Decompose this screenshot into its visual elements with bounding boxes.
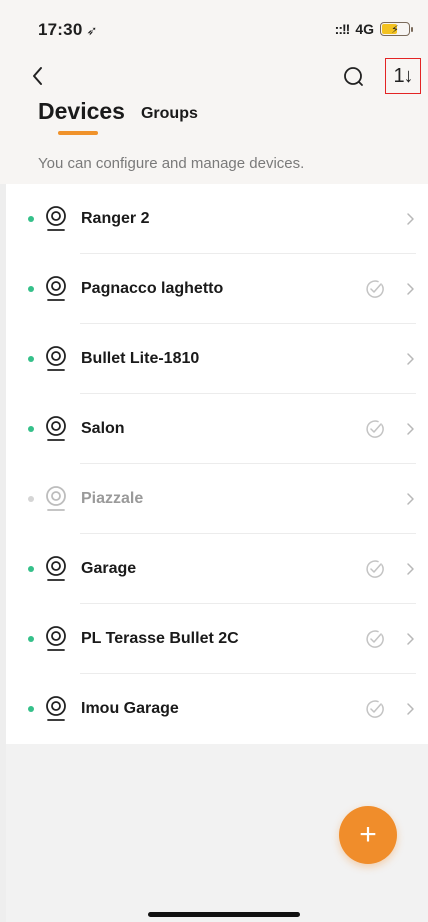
chevron-right-icon [404, 702, 416, 716]
chevron-right-icon [404, 422, 416, 436]
camera-icon [44, 485, 68, 513]
chevron-right-icon [404, 212, 416, 226]
device-name: Garage [81, 560, 137, 577]
status-dot [28, 566, 34, 572]
network-label: 4G [355, 21, 374, 37]
device-name: Ranger 2 [81, 210, 150, 227]
shared-check-icon [364, 628, 386, 650]
shared-check-icon [364, 698, 386, 720]
tab-groups[interactable]: Groups [141, 105, 198, 125]
chevron-right-icon [404, 282, 416, 296]
plus-icon: + [359, 818, 377, 851]
status-dot [28, 636, 34, 642]
search-icon [344, 67, 363, 86]
tab-devices-label: Devices [38, 98, 125, 124]
shared-check-icon [364, 278, 386, 300]
camera-icon [44, 625, 68, 653]
device-name: Pagnacco laghetto [81, 280, 224, 297]
status-dot [28, 426, 34, 432]
sort-icon: 1↓ [393, 64, 413, 87]
camera-icon [44, 275, 68, 303]
device-row[interactable]: Piazzale [6, 464, 428, 534]
device-name: Piazzale [81, 490, 144, 507]
device-row[interactable]: Ranger 2 [6, 184, 428, 254]
device-name: Salon [81, 420, 125, 437]
clock-text: 17:30 [38, 20, 83, 39]
status-dot [28, 286, 34, 292]
header: 1↓ Devices Groups You can configure and … [0, 58, 428, 184]
status-bar: 17:30 ➶ ::!! 4G ⚡ [0, 0, 428, 58]
tab-devices[interactable]: Devices [38, 98, 125, 135]
active-tab-indicator [58, 131, 98, 135]
chevron-left-icon [33, 67, 42, 85]
add-device-button[interactable]: + [339, 806, 397, 864]
tab-bar: Devices Groups [38, 98, 198, 135]
camera-icon [44, 345, 68, 373]
status-dot [28, 216, 34, 222]
status-indicators: ::!! 4G ⚡ [334, 21, 413, 37]
home-indicator [148, 912, 300, 917]
chevron-right-icon [404, 492, 416, 506]
device-row[interactable]: Bullet Lite-1810 [6, 324, 428, 394]
device-name: PL Terasse Bullet 2C [81, 630, 239, 647]
device-name: Imou Garage [81, 700, 179, 717]
back-button[interactable] [26, 62, 54, 90]
device-row[interactable]: Pagnacco laghetto [6, 254, 428, 324]
device-row[interactable]: Salon [6, 394, 428, 464]
device-row[interactable]: PL Terasse Bullet 2C [6, 604, 428, 674]
signal-icon: ::!! [334, 21, 351, 37]
shared-check-icon [364, 418, 386, 440]
device-row[interactable]: Imou Garage [6, 674, 428, 744]
status-dot [28, 356, 34, 362]
status-dot [28, 706, 34, 712]
camera-icon [44, 695, 68, 723]
status-time: 17:30 ➶ [38, 20, 98, 40]
search-button[interactable] [340, 62, 368, 90]
device-row[interactable]: Garage [6, 534, 428, 604]
status-dot [28, 496, 34, 502]
chevron-right-icon [404, 352, 416, 366]
tab-groups-label: Groups [140, 105, 198, 122]
camera-icon [44, 205, 68, 233]
device-list: Ranger 2 Pagnacco laghetto Bullet Lite-181… [6, 184, 428, 744]
battery-icon: ⚡ [380, 22, 413, 36]
chevron-right-icon [404, 562, 416, 576]
location-arrow-icon: ➶ [86, 23, 98, 38]
chevron-right-icon [404, 632, 416, 646]
sort-button[interactable]: 1↓ [385, 58, 421, 94]
device-name: Bullet Lite-1810 [81, 350, 200, 367]
page-subtitle: You can configure and manage devices. [38, 155, 305, 172]
camera-icon [44, 415, 68, 443]
shared-check-icon [364, 558, 386, 580]
charging-bolt-icon: ⚡ [391, 23, 399, 36]
camera-icon [44, 555, 68, 583]
